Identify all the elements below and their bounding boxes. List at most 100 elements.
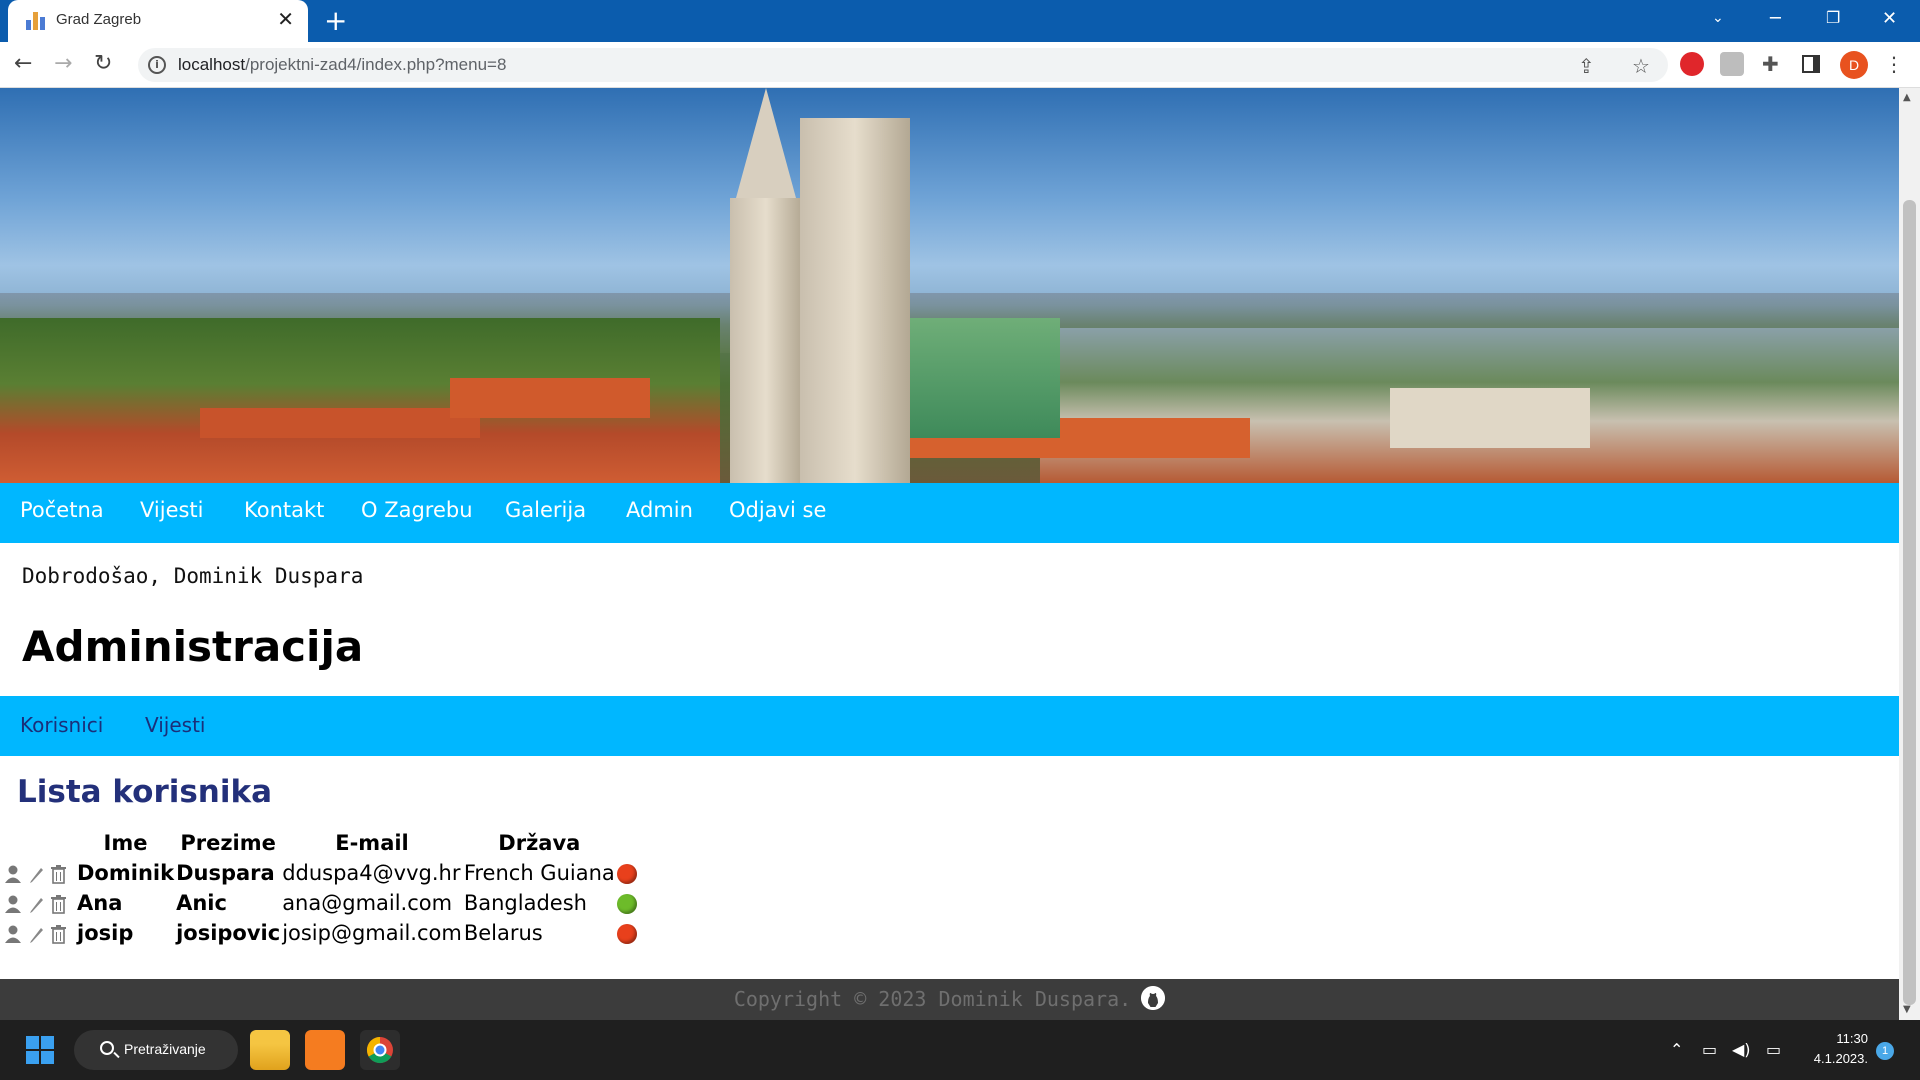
- window-close-icon[interactable]: ✕: [1882, 8, 1897, 29]
- address-bar: ← → ↻ i localhost/projektni-zad4/index.p…: [0, 42, 1920, 88]
- forward-icon[interactable]: →: [54, 51, 72, 77]
- back-icon[interactable]: ←: [14, 51, 32, 77]
- cell-drzava: French Guiana: [463, 861, 615, 885]
- reload-icon[interactable]: ↻: [94, 51, 112, 77]
- chart-favicon-icon: [26, 12, 46, 30]
- browser-tab-bar: Grad Zagreb ✕ + ⌄ ─ ❐ ✕: [0, 0, 1920, 42]
- windows-start-icon[interactable]: [26, 1036, 54, 1064]
- cell-email: ana@gmail.com: [282, 891, 453, 915]
- battery-icon[interactable]: ▭: [1766, 1040, 1781, 1059]
- tray-overflow-icon[interactable]: ⌃: [1670, 1040, 1683, 1059]
- status-header: [616, 828, 638, 858]
- search-icon: [100, 1041, 114, 1055]
- nav-pocetna[interactable]: Početna: [20, 498, 104, 522]
- profile-avatar[interactable]: D: [1840, 51, 1868, 79]
- bookmark-star-icon[interactable]: ☆: [1632, 54, 1650, 78]
- zagreb-banner-image: [0, 88, 1899, 483]
- admin-subnav: Korisnici Vijesti: [0, 696, 1899, 756]
- chrome-icon[interactable]: [360, 1030, 400, 1070]
- delete-trash-icon[interactable]: [49, 894, 67, 914]
- windows-taskbar: Pretraživanje ⌃ ▭ ◀) ▭ 11:30 4.1.2023. 1: [0, 1020, 1920, 1080]
- user-icon[interactable]: [3, 864, 23, 884]
- nav-kontakt[interactable]: Kontakt: [244, 498, 324, 522]
- search-label: Pretraživanje: [124, 1041, 206, 1057]
- edit-pencil-icon[interactable]: [27, 894, 45, 914]
- github-icon[interactable]: [1141, 985, 1166, 1010]
- nav-vijesti[interactable]: Vijesti: [140, 498, 204, 522]
- subnav-vijesti[interactable]: Vijesti: [145, 713, 205, 737]
- cell-email: dduspa4@vvg.hr: [282, 861, 461, 885]
- file-explorer-icon[interactable]: [250, 1030, 290, 1070]
- page-title: Administracija: [22, 622, 364, 671]
- cell-prezime: josipovic: [176, 921, 281, 945]
- table-header-row: Ime Prezime E-mail Država: [0, 828, 638, 858]
- nav-admin[interactable]: Admin: [626, 498, 693, 522]
- browser-tab[interactable]: Grad Zagreb ✕: [8, 0, 308, 42]
- status-cell: [616, 918, 638, 948]
- xampp-icon[interactable]: [305, 1030, 345, 1070]
- nav-odjavi-se[interactable]: Odjavi se: [729, 498, 826, 522]
- subnav-korisnici[interactable]: Korisnici: [20, 713, 103, 737]
- minimize-icon[interactable]: ─: [1770, 8, 1781, 29]
- more-menu-icon[interactable]: ⋮: [1884, 52, 1904, 76]
- page-footer: Copyright © 2023 Dominik Duspara.: [0, 979, 1899, 1020]
- table-row: josip josipovic josip@gmail.com Belarus: [0, 918, 638, 948]
- user-icon[interactable]: [3, 894, 23, 914]
- row-actions: [0, 918, 76, 948]
- status-dot-icon: [616, 924, 637, 944]
- welcome-message: Dobrodošao, Dominik Duspara: [22, 564, 364, 588]
- status-cell: [616, 858, 638, 888]
- tab-title: Grad Zagreb: [56, 11, 142, 28]
- volume-icon[interactable]: ◀): [1732, 1040, 1751, 1059]
- actions-header: [0, 828, 76, 858]
- scroll-up-icon[interactable]: ▲: [1903, 92, 1911, 103]
- user-icon[interactable]: [3, 924, 23, 944]
- tab-close-icon[interactable]: ✕: [277, 9, 294, 29]
- table-row: Dominik Duspara dduspa4@vvg.hr French Gu…: [0, 858, 638, 888]
- restore-icon[interactable]: ❐: [1826, 8, 1840, 27]
- copyright-text: Copyright © 2023 Dominik Duspara.: [733, 987, 1132, 1011]
- side-panel-icon[interactable]: [1802, 55, 1820, 73]
- user-list-title: Lista korisnika: [17, 774, 273, 810]
- cell-drzava: Bangladesh: [463, 891, 587, 915]
- edit-pencil-icon[interactable]: [27, 864, 45, 884]
- nav-galerija[interactable]: Galerija: [505, 498, 586, 522]
- nav-o-zagrebu[interactable]: O Zagrebu: [361, 498, 473, 522]
- cell-prezime: Anic: [176, 891, 227, 915]
- notification-badge[interactable]: 1: [1876, 1042, 1894, 1060]
- clock-time: 11:30: [1836, 1031, 1868, 1046]
- delete-trash-icon[interactable]: [49, 924, 67, 944]
- share-icon[interactable]: ⇪: [1578, 54, 1595, 78]
- url-input[interactable]: i localhost/projektni-zad4/index.php?men…: [138, 48, 1668, 82]
- cell-drzava: Belarus: [463, 921, 543, 945]
- delete-trash-icon[interactable]: [49, 864, 67, 884]
- cell-prezime: Duspara: [176, 861, 275, 885]
- opera-extension-icon[interactable]: [1680, 52, 1704, 76]
- status-dot-icon: [616, 864, 637, 884]
- extensions-puzzle-icon[interactable]: ✚: [1762, 52, 1779, 76]
- clock-date: 4.1.2023.: [1813, 1051, 1868, 1066]
- site-info-icon[interactable]: i: [148, 56, 166, 74]
- header-drzava: Država: [498, 831, 581, 855]
- network-icon[interactable]: ▭: [1702, 1040, 1717, 1059]
- cell-ime: Dominik: [77, 861, 175, 885]
- cell-ime: Ana: [77, 891, 123, 915]
- status-cell: [616, 888, 638, 918]
- taskbar-search[interactable]: Pretraživanje: [74, 1030, 238, 1070]
- header-prezime: Prezime: [180, 831, 276, 855]
- users-table: Ime Prezime E-mail Država Dominik Duspar…: [0, 828, 638, 948]
- taskbar-clock[interactable]: 11:30 4.1.2023.: [1800, 1029, 1868, 1069]
- new-tab-button[interactable]: +: [324, 5, 347, 37]
- table-row: Ana Anic ana@gmail.com Bangladesh: [0, 888, 638, 918]
- main-navigation: Početna Vijesti Kontakt O Zagrebu Galeri…: [0, 483, 1899, 543]
- edit-pencil-icon[interactable]: [27, 924, 45, 944]
- row-actions: [0, 858, 76, 888]
- scroll-thumb[interactable]: [1903, 200, 1916, 1005]
- reader-extension-icon[interactable]: [1720, 52, 1744, 76]
- tab-search-icon[interactable]: ⌄: [1712, 10, 1724, 26]
- page-scrollbar[interactable]: ▲ ▼: [1899, 88, 1920, 1020]
- scroll-down-icon[interactable]: ▼: [1903, 1004, 1911, 1015]
- url-text: localhost/projektni-zad4/index.php?menu=…: [178, 55, 507, 74]
- header-email: E-mail: [335, 831, 409, 855]
- cell-email: josip@gmail.com: [282, 921, 462, 945]
